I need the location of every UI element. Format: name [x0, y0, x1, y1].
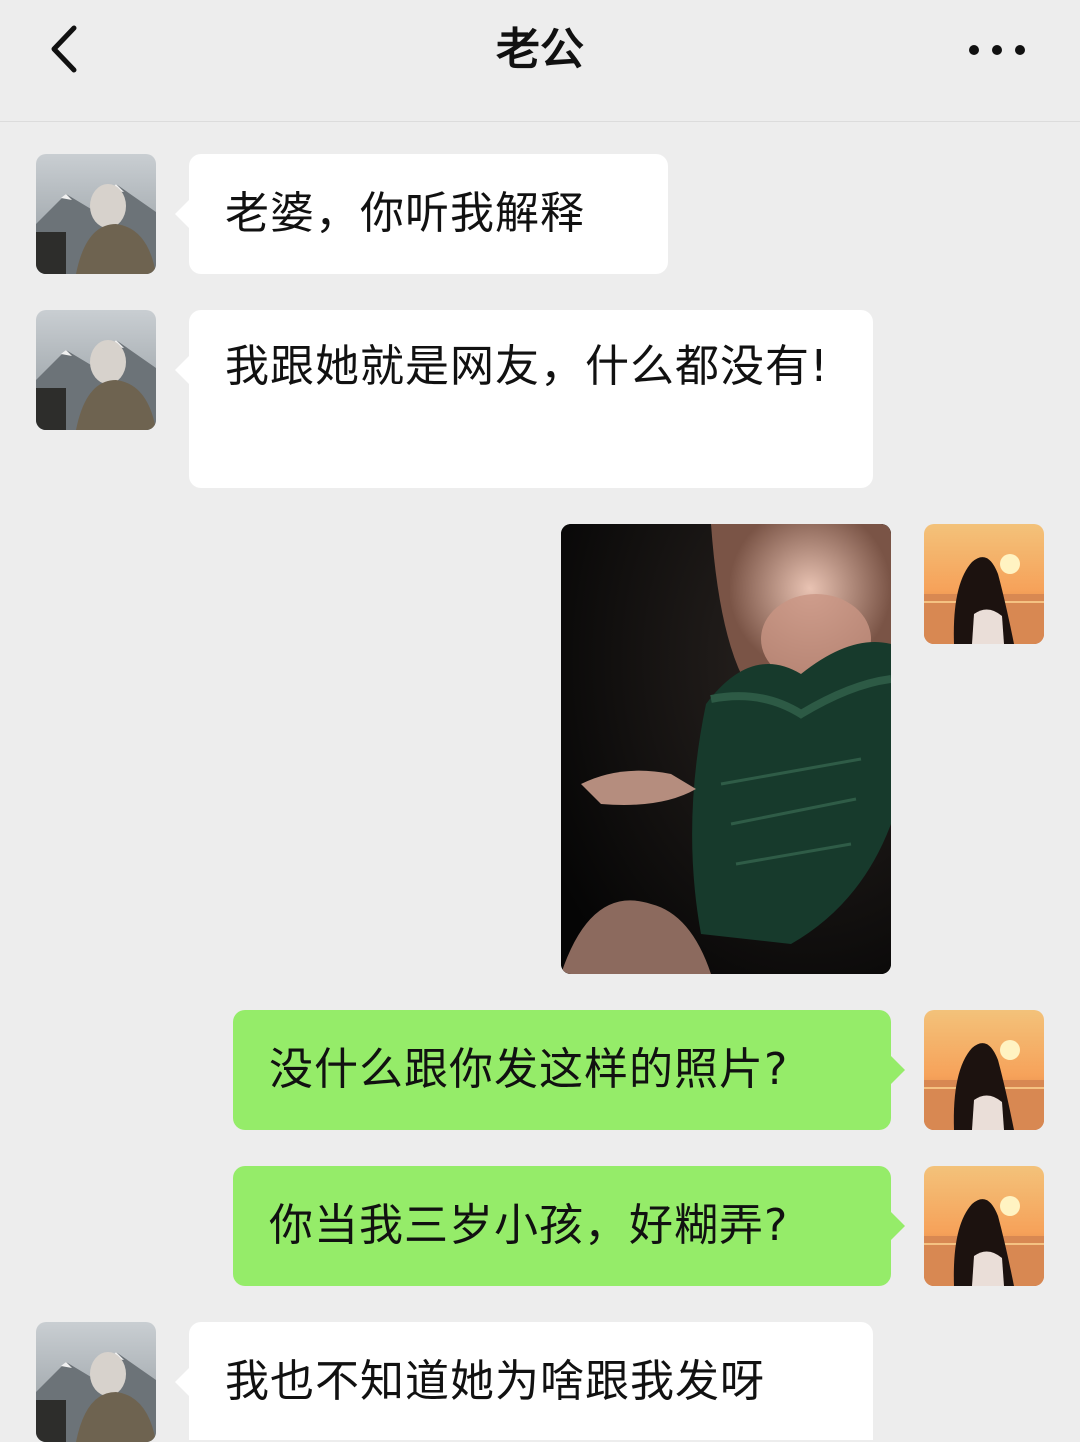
message-text: 没什么跟你发这样的照片? [269, 1044, 789, 1095]
more-button[interactable] [962, 22, 1032, 78]
chat-title: 老公 [496, 24, 584, 75]
photo-image [561, 524, 891, 974]
more-horizontal-icon [969, 45, 1025, 55]
message-bubble-incoming[interactable]: 我也不知道她为啥跟我发呀 [175, 1322, 873, 1440]
image-message[interactable] [561, 524, 891, 974]
my-avatar[interactable] [924, 524, 1044, 644]
message-text: 老婆，你听我解释 [225, 188, 585, 239]
message-bubble-incoming[interactable]: 老婆，你听我解释 [175, 154, 668, 274]
message-text: 我也不知道她为啥跟我发呀 [225, 1356, 765, 1407]
contact-avatar[interactable] [36, 1322, 156, 1442]
message-text: 我跟她就是网友，什么都没有! [225, 341, 829, 392]
contact-avatar[interactable] [36, 154, 156, 274]
contact-avatar[interactable] [36, 310, 156, 430]
message-text: 你当我三岁小孩，好糊弄? [269, 1200, 789, 1251]
message-bubble-incoming[interactable]: 我跟她就是网友，什么都没有! [175, 310, 873, 488]
my-avatar[interactable] [924, 1166, 1044, 1286]
message-bubble-outgoing[interactable]: 没什么跟你发这样的照片? [233, 1010, 905, 1130]
chat-header: 老公 [0, 0, 1080, 122]
message-bubble-outgoing[interactable]: 你当我三岁小孩，好糊弄? [233, 1166, 905, 1286]
my-avatar[interactable] [924, 1010, 1044, 1130]
